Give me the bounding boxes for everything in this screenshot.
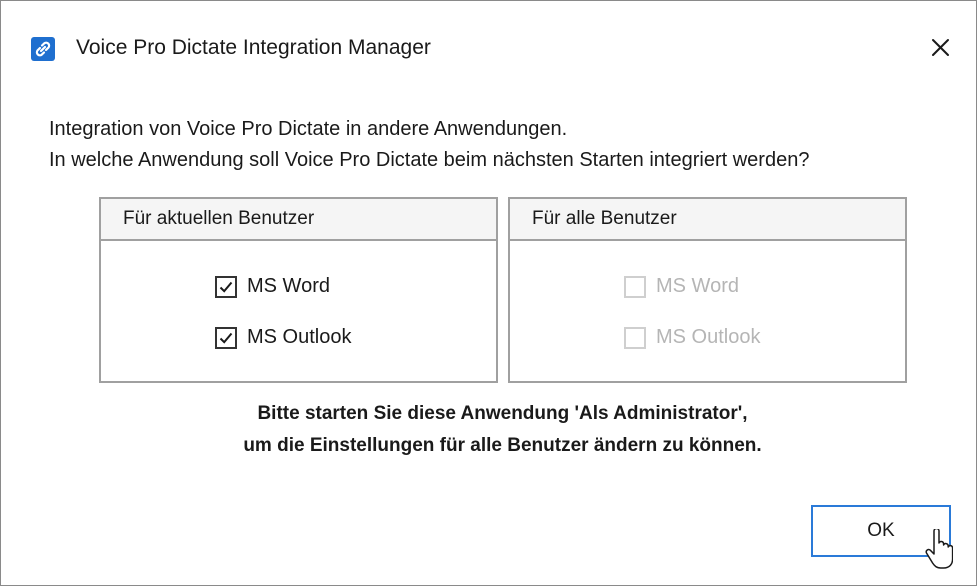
link-icon <box>31 37 55 61</box>
intro-line-2: In welche Anwendung soll Voice Pro Dicta… <box>49 149 810 171</box>
group-header-all-users: Für alle Benutzer <box>510 199 905 241</box>
group-all-users: Für alle Benutzer MS Word MS Outlook <box>508 197 907 383</box>
admin-notice-line-2: um die Einstellungen für alle Benutzer ä… <box>243 435 762 456</box>
checkbox-current-ms-word[interactable] <box>215 275 237 298</box>
checkmark-icon <box>219 332 233 344</box>
group-header-current-user: Für aktuellen Benutzer <box>101 199 496 241</box>
checkbox-label-current-ms-word: MS Word <box>247 275 330 297</box>
checkbox-all-ms-outlook <box>624 326 646 349</box>
checkbox-label-all-ms-word: MS Word <box>656 275 739 297</box>
checkbox-row-all-ms-outlook: MS Outlook <box>624 326 760 349</box>
admin-notice: Bitte starten Sie diese Anwendung 'Als A… <box>1 398 979 462</box>
title-bar: Voice Pro Dictate Integration Manager <box>1 1 976 83</box>
checkbox-row-current-ms-outlook[interactable]: MS Outlook <box>215 326 351 349</box>
checkbox-current-ms-outlook[interactable] <box>215 326 237 349</box>
window-title: Voice Pro Dictate Integration Manager <box>76 36 431 59</box>
intro-text: Integration von Voice Pro Dictate in and… <box>49 114 809 176</box>
checkmark-icon <box>219 281 233 293</box>
checkbox-row-all-ms-word: MS Word <box>624 275 739 298</box>
mouse-cursor-icon <box>925 527 954 571</box>
intro-line-1: Integration von Voice Pro Dictate in and… <box>49 118 568 140</box>
checkbox-label-current-ms-outlook: MS Outlook <box>247 326 352 348</box>
checkbox-row-current-ms-word[interactable]: MS Word <box>215 275 330 298</box>
close-icon[interactable] <box>926 33 956 63</box>
admin-notice-line-1: Bitte starten Sie diese Anwendung 'Als A… <box>257 403 748 424</box>
checkbox-label-all-ms-outlook: MS Outlook <box>656 326 761 348</box>
dialog-window: Voice Pro Dictate Integration Manager In… <box>0 0 977 586</box>
checkbox-all-ms-word <box>624 275 646 298</box>
group-current-user: Für aktuellen Benutzer MS Word MS Outloo… <box>99 197 498 383</box>
